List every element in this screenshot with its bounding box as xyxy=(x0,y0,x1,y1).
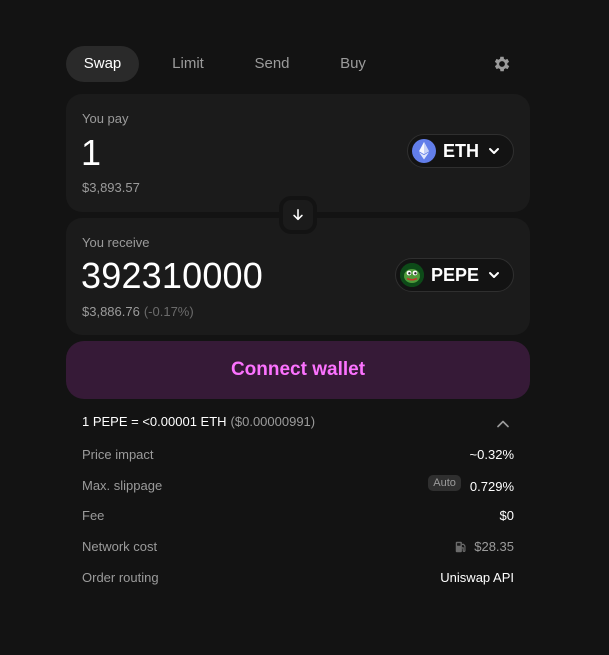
chevron-down-icon xyxy=(489,148,499,154)
receive-token-symbol: PEPE xyxy=(430,264,479,285)
fee-label: Fee xyxy=(82,508,105,523)
fee-row: Fee $0 xyxy=(82,508,514,528)
price-change-pct: (-0.17%) xyxy=(143,304,194,319)
pay-label: You pay xyxy=(82,111,129,126)
gas-pump-icon xyxy=(455,541,466,552)
exchange-rate: 1 PEPE = <0.00001 ETH xyxy=(82,414,227,429)
max-slippage-value: 0.729% xyxy=(469,478,514,494)
tab-send[interactable]: Send xyxy=(236,46,308,82)
receive-usd: $3,886.76 xyxy=(82,304,140,319)
price-impact-row: Price impact ~0.32% xyxy=(82,447,514,467)
pay-amount-input[interactable]: 1 xyxy=(81,132,101,174)
network-cost-row: Network cost $28.35 xyxy=(82,539,514,559)
tab-swap[interactable]: Swap xyxy=(66,46,139,82)
tab-buy[interactable]: Buy xyxy=(318,46,388,82)
switch-direction-button[interactable] xyxy=(279,196,317,234)
max-slippage-row[interactable]: Max. slippage Auto 0.729% xyxy=(82,475,514,498)
order-routing-value: Uniswap API xyxy=(440,570,514,585)
price-impact-value: ~0.32% xyxy=(469,447,514,462)
exchange-rate-row[interactable]: 1 PEPE = <0.00001 ETH ($0.00000991) xyxy=(82,414,514,434)
receive-label: You receive xyxy=(82,235,150,250)
auto-badge: Auto xyxy=(428,475,461,491)
pepe-logo-icon xyxy=(399,263,424,287)
receive-amount-input[interactable]: 392310000 xyxy=(81,255,263,297)
fee-value: $0 xyxy=(499,508,514,523)
order-routing-label: Order routing xyxy=(82,570,159,585)
tab-limit[interactable]: Limit xyxy=(152,46,224,82)
max-slippage-label: Max. slippage xyxy=(82,478,163,493)
pay-token-selector[interactable]: ETH xyxy=(407,134,514,168)
receive-usd-value: $3,886.76 (-0.17%) xyxy=(82,304,194,319)
arrow-down-icon xyxy=(293,208,303,221)
chevron-down-icon xyxy=(489,272,499,278)
pay-panel: You pay 1 $3,893.57 ETH xyxy=(66,94,530,212)
connect-wallet-button[interactable]: Connect wallet xyxy=(66,341,530,399)
receive-token-selector[interactable]: PEPE xyxy=(394,258,514,292)
network-cost-label: Network cost xyxy=(82,539,158,554)
swap-tabs: Swap Limit Send Buy xyxy=(66,46,530,82)
eth-logo-icon xyxy=(412,139,436,163)
order-routing-row[interactable]: Order routing Uniswap API xyxy=(82,570,514,590)
gear-icon[interactable] xyxy=(492,54,512,74)
exchange-rate-usd: ($0.00000991) xyxy=(230,414,316,429)
price-impact-label: Price impact xyxy=(82,447,154,462)
chevron-up-icon[interactable] xyxy=(496,417,510,431)
receive-panel: You receive 392310000 $3,886.76 (-0.17%) … xyxy=(66,218,530,335)
network-cost-value: $28.35 xyxy=(474,539,514,554)
pay-usd-value: $3,893.57 xyxy=(82,180,140,195)
pay-token-symbol: ETH xyxy=(443,140,479,161)
